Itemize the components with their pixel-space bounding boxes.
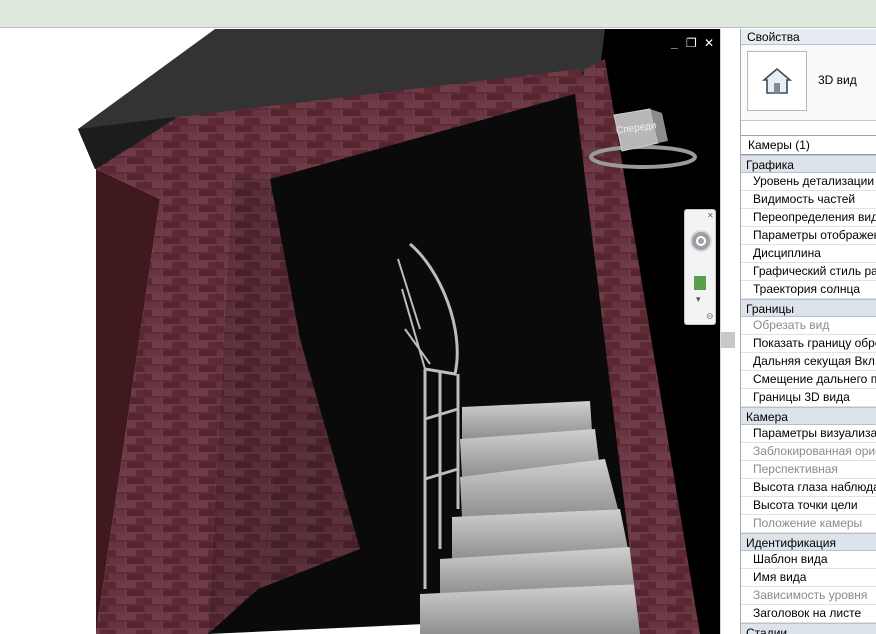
property-row[interactable]: Высота глаза наблюдателя: [741, 479, 876, 497]
steering-wheel-icon[interactable]: [690, 230, 712, 252]
property-groups: Графика Уровень детализации Видимость част…: [741, 155, 876, 634]
property-group-header[interactable]: Стадии: [741, 623, 876, 634]
restore-view-button[interactable]: ❐: [686, 36, 697, 50]
property-row[interactable]: Границы 3D вида: [741, 389, 876, 407]
property-row[interactable]: Дисциплина: [741, 245, 876, 263]
viewcube[interactable]: Спереди: [588, 107, 698, 173]
property-row: Зависимость уровня: [741, 587, 876, 605]
property-row[interactable]: Показать границу обрезки: [741, 335, 876, 353]
close-icon[interactable]: ✕: [707, 211, 714, 220]
property-row[interactable]: Уровень детализации: [741, 173, 876, 191]
property-row: Положение камеры: [741, 515, 876, 533]
property-row[interactable]: Имя вида: [741, 569, 876, 587]
property-row: Заблокированная ориентация: [741, 443, 876, 461]
type-selector[interactable]: 3D вид: [741, 45, 876, 121]
scrollbar-thumb[interactable]: [721, 332, 735, 348]
property-row[interactable]: Параметры отображения: [741, 227, 876, 245]
chevron-down-icon[interactable]: ▾: [696, 294, 701, 305]
property-row: Перспективная: [741, 461, 876, 479]
zoom-icon[interactable]: [694, 276, 706, 290]
house-icon: [747, 51, 807, 111]
properties-title: Свойства: [741, 29, 876, 45]
options-icon[interactable]: ⊖: [706, 311, 714, 322]
3d-view-viewport[interactable]: _ ❐ ✕ Спереди ✕ ▾ ⊖: [0, 29, 720, 634]
property-row[interactable]: Видимость частей: [741, 191, 876, 209]
top-toolbar-strip: [0, 0, 876, 28]
navigation-bar[interactable]: ✕ ▾ ⊖: [684, 209, 716, 325]
properties-palette: Свойства 3D вид Камеры (1) Графика Уровен…: [740, 29, 876, 634]
property-row[interactable]: Высота точки цели: [741, 497, 876, 515]
property-row[interactable]: Дальняя секущая Вкл: [741, 353, 876, 371]
property-row[interactable]: Параметры визуализации: [741, 425, 876, 443]
property-row[interactable]: Смещение дальнего п: [741, 371, 876, 389]
property-row: Обрезать вид: [741, 317, 876, 335]
minimize-view-button[interactable]: _: [671, 36, 678, 50]
property-row[interactable]: Шаблон вида: [741, 551, 876, 569]
property-group-header[interactable]: Идентификация: [741, 533, 876, 551]
property-row[interactable]: Графический стиль раз: [741, 263, 876, 281]
property-row[interactable]: Заголовок на листе: [741, 605, 876, 623]
property-group-header[interactable]: Границы: [741, 299, 876, 317]
instance-filter-dropdown[interactable]: Камеры (1): [741, 135, 876, 155]
property-row[interactable]: Переопределения видимости: [741, 209, 876, 227]
close-view-button[interactable]: ✕: [704, 36, 714, 50]
property-group-header[interactable]: Графика: [741, 155, 876, 173]
property-row[interactable]: Траектория солнца: [741, 281, 876, 299]
type-name: 3D вид: [818, 73, 857, 87]
property-group-header[interactable]: Камера: [741, 407, 876, 425]
